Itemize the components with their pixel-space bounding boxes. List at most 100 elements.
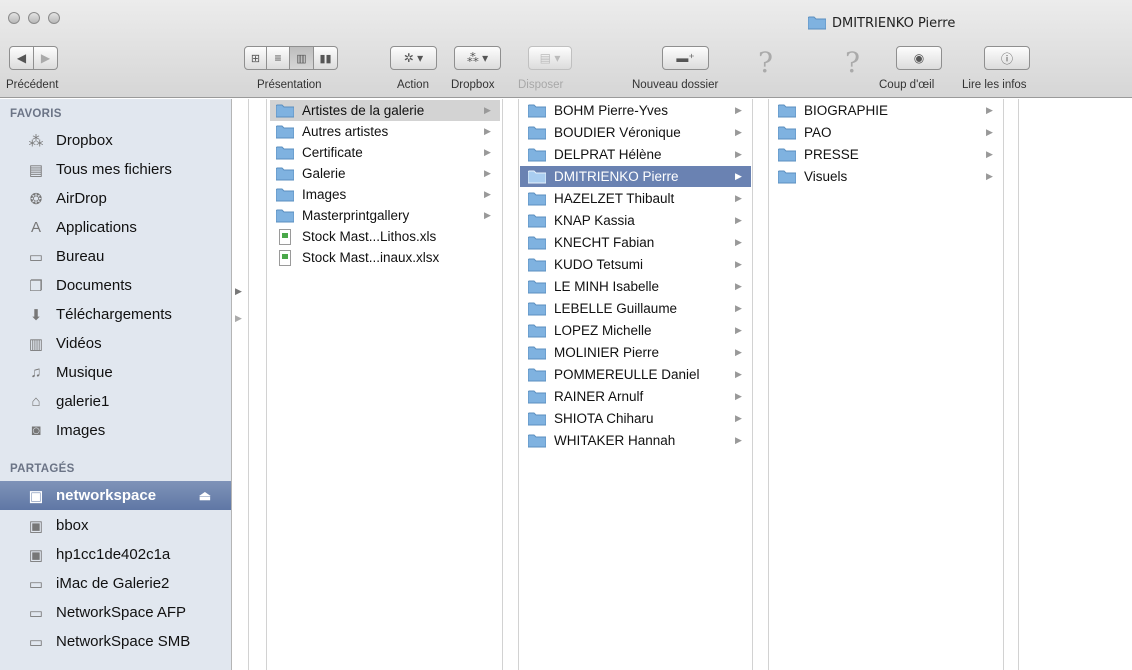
- sidebar-item-all-files[interactable]: ▤ Tous mes fichiers: [0, 155, 231, 184]
- column-divider[interactable]: [248, 99, 249, 670]
- sidebar-item-desktop[interactable]: ▭ Bureau: [0, 242, 231, 271]
- folder-icon: [528, 214, 546, 227]
- list-item[interactable]: PRESSE ▶: [770, 144, 1002, 165]
- eye-icon: ◉: [913, 51, 925, 65]
- list-item-label: PAO: [804, 125, 832, 140]
- chevron-right-icon: ▶: [735, 413, 742, 423]
- list-item[interactable]: Images ▶: [270, 184, 500, 205]
- sidebar-item-applications[interactable]: A Applications: [0, 213, 231, 242]
- folder-icon: [528, 148, 546, 161]
- chevron-right-icon: ▶: [986, 149, 993, 159]
- list-item[interactable]: Artistes de la galerie ▶: [270, 100, 500, 121]
- list-item[interactable]: Galerie ▶: [270, 163, 500, 184]
- list-item[interactable]: Masterprintgallery ▶: [270, 205, 500, 226]
- sidebar-item-label: NetworkSpace AFP: [56, 604, 187, 621]
- back-button[interactable]: ◀: [9, 46, 34, 70]
- column-divider[interactable]: [518, 99, 519, 670]
- list-item[interactable]: KNECHT Fabian ▶: [520, 232, 751, 253]
- column-view-button[interactable]: ▥: [290, 46, 314, 70]
- chevron-right-icon: ▶: [235, 286, 242, 296]
- action-button[interactable]: ✲ ▾: [390, 46, 437, 70]
- column-divider[interactable]: [752, 99, 753, 670]
- sidebar-item-hp-printer[interactable]: ▣ hp1cc1de402c1a: [0, 540, 231, 569]
- sidebar-item-imac-galerie2[interactable]: ▭ iMac de Galerie2: [0, 569, 231, 598]
- sidebar-item-label: Vidéos: [56, 335, 102, 352]
- arrange-button[interactable]: ▤ ▾: [528, 46, 572, 70]
- list-item[interactable]: KUDO Tetsumi ▶: [520, 254, 751, 275]
- list-item[interactable]: KNAP Kassia ▶: [520, 210, 751, 231]
- folder-icon: [778, 126, 796, 139]
- sidebar-item-documents[interactable]: ❐ Documents: [0, 271, 231, 300]
- list-item[interactable]: SHIOTA Chiharu ▶: [520, 408, 751, 429]
- eject-icon[interactable]: ⏏: [199, 488, 211, 504]
- column-divider[interactable]: [502, 99, 503, 670]
- list-item[interactable]: POMMEREULLE Daniel ▶: [520, 364, 751, 385]
- get-info-button[interactable]: ⓘ: [984, 46, 1030, 70]
- forward-button[interactable]: ▶: [34, 46, 58, 70]
- list-item-label: BIOGRAPHIE: [804, 103, 889, 118]
- sidebar-item-label: hp1cc1de402c1a: [56, 546, 171, 563]
- sidebar-item-networkspace-afp[interactable]: ▭ NetworkSpace AFP: [0, 598, 231, 627]
- sidebar-item-movies[interactable]: ▥ Vidéos: [0, 329, 231, 358]
- sidebar-item-music[interactable]: ♫ Musique: [0, 358, 231, 387]
- sidebar-item-airdrop[interactable]: ❂ AirDrop: [0, 184, 231, 213]
- list-item[interactable]: Visuels ▶: [770, 166, 1002, 187]
- list-item[interactable]: DMITRIENKO Pierre ▶: [520, 166, 751, 187]
- new-folder-button[interactable]: ▬⁺: [662, 46, 709, 70]
- sidebar-item-dropbox[interactable]: ⁂ Dropbox: [0, 126, 231, 155]
- list-item[interactable]: BOHM Pierre-Yves ▶: [520, 100, 751, 121]
- dropbox-button[interactable]: ⁂ ▾: [454, 46, 501, 70]
- list-item-label: RAINER Arnulf: [554, 389, 644, 404]
- list-item[interactable]: PAO ▶: [770, 122, 1002, 143]
- sidebar-item-networkspace[interactable]: ▣ networkspace ⏏: [0, 481, 231, 510]
- list-item[interactable]: LEBELLE Guillaume ▶: [520, 298, 751, 319]
- coverflow-view-icon: ▮▮: [319, 52, 332, 65]
- list-item[interactable]: HAZELZET Thibault ▶: [520, 188, 751, 209]
- chevron-right-icon: ▶: [735, 171, 742, 181]
- sidebar-item-pictures[interactable]: ◙ Images: [0, 416, 231, 445]
- chevron-right-icon: ▶: [735, 325, 742, 335]
- chevron-right-icon: ▶: [484, 147, 491, 157]
- list-item[interactable]: LE MINH Isabelle ▶: [520, 276, 751, 297]
- chevron-right-icon: ▶: [735, 237, 742, 247]
- arrange-icon: ▤ ▾: [539, 51, 561, 65]
- list-item-label: KUDO Tetsumi: [554, 257, 644, 272]
- list-item[interactable]: WHITAKER Hannah ▶: [520, 430, 751, 451]
- folder-icon: [276, 209, 294, 222]
- list-item[interactable]: DELPRAT Hélène ▶: [520, 144, 751, 165]
- icon-view-button[interactable]: ⊞: [244, 46, 267, 70]
- list-item[interactable]: RAINER Arnulf ▶: [520, 386, 751, 407]
- zoom-window-button[interactable]: [48, 12, 60, 24]
- list-item[interactable]: BOUDIER Véronique ▶: [520, 122, 751, 143]
- missing-item-icon: ?: [758, 46, 774, 79]
- minimize-window-button[interactable]: [28, 12, 40, 24]
- list-view-button[interactable]: ≡: [267, 46, 290, 70]
- list-item-label: PRESSE: [804, 147, 859, 162]
- coverflow-view-button[interactable]: ▮▮: [314, 46, 338, 70]
- list-item[interactable]: LOPEZ Michelle ▶: [520, 320, 751, 341]
- info-icon: ⓘ: [1000, 51, 1013, 66]
- sidebar-item-label: networkspace: [56, 487, 157, 504]
- sidebar-item-bbox[interactable]: ▣ bbox: [0, 511, 231, 540]
- sidebar-item-networkspace-smb[interactable]: ▭ NetworkSpace SMB: [0, 627, 231, 656]
- column-divider[interactable]: [768, 99, 769, 670]
- list-item-label: Images: [302, 187, 347, 202]
- sidebar-item-home[interactable]: ⌂ galerie1: [0, 387, 231, 416]
- column-divider[interactable]: [266, 99, 267, 670]
- close-window-button[interactable]: [8, 12, 20, 24]
- list-item[interactable]: Stock Mast...Lithos.xls: [270, 226, 500, 247]
- quicklook-button[interactable]: ◉: [896, 46, 942, 70]
- list-item[interactable]: Stock Mast...inaux.xlsx: [270, 247, 500, 268]
- list-item[interactable]: MOLINIER Pierre ▶: [520, 342, 751, 363]
- list-item[interactable]: Autres artistes ▶: [270, 121, 500, 142]
- column-divider[interactable]: [1003, 99, 1004, 670]
- folder-icon: [276, 188, 294, 201]
- sidebar-item-label: bbox: [56, 517, 89, 534]
- sidebar-item-downloads[interactable]: ⬇ Téléchargements: [0, 300, 231, 329]
- list-item[interactable]: BIOGRAPHIE ▶: [770, 100, 1002, 121]
- list-item[interactable]: Certificate ▶: [270, 142, 500, 163]
- chevron-right-icon: ▶: [484, 189, 491, 199]
- column-divider[interactable]: [1018, 99, 1019, 670]
- list-item-label: DMITRIENKO Pierre: [554, 169, 679, 184]
- folder-icon: [528, 302, 546, 315]
